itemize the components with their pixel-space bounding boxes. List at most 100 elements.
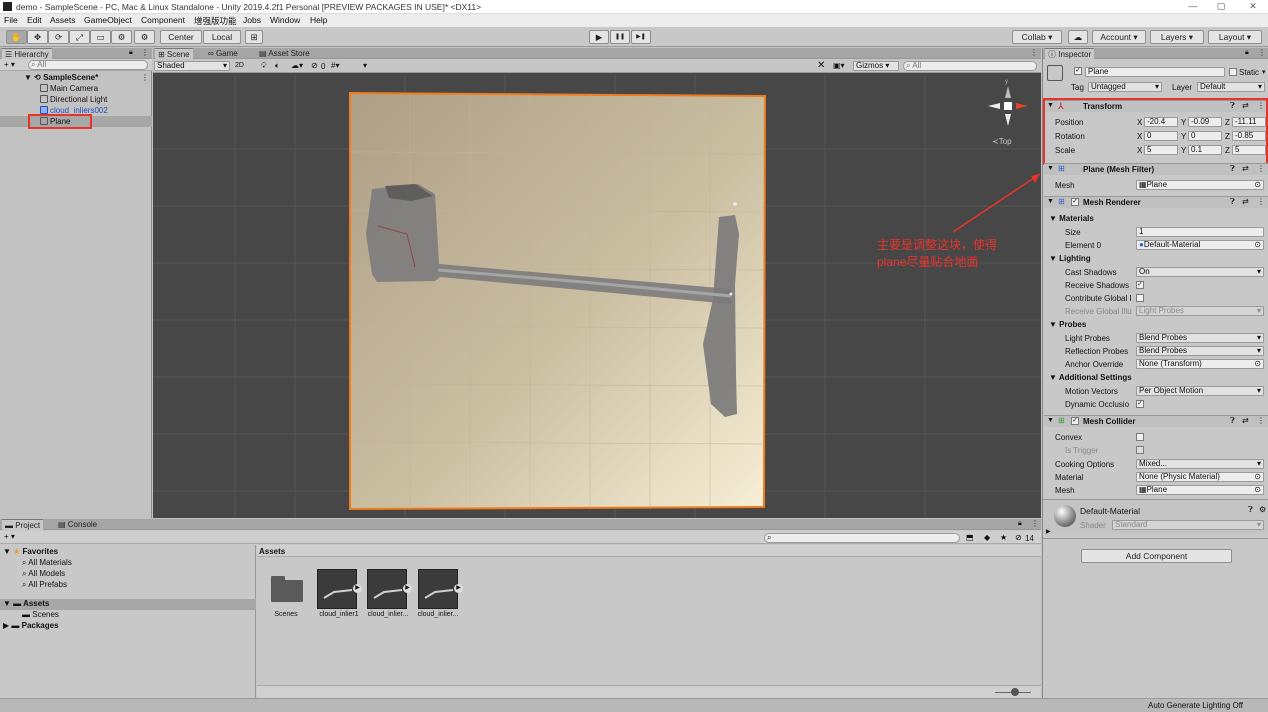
lighting-foldout[interactable]: ▼ Lighting (1049, 254, 1091, 263)
mode-2d-toggle[interactable]: 2D (235, 62, 244, 69)
menu-component[interactable]: Component (141, 15, 185, 25)
expand-arrow-icon[interactable]: ▶ (1046, 528, 1051, 535)
cooking-options-dropdown[interactable]: Mixed... ▾ (1136, 459, 1264, 469)
favorite-item[interactable]: ⌕ All Materials (22, 558, 72, 568)
favorites-folder[interactable]: ▼ ★ Favorites (3, 547, 58, 557)
static-checkbox[interactable] (1229, 68, 1237, 76)
pivot-local-button[interactable]: Local (203, 30, 241, 44)
step-button[interactable]: ▶❚ (631, 30, 651, 44)
play-preview-icon[interactable]: ▶ (353, 584, 362, 593)
shader-dropdown[interactable]: Standard ▾ (1112, 520, 1264, 530)
scene-row[interactable]: ▼ ⟲ SampleScene* (24, 73, 98, 83)
tools-icon[interactable]: ✕ (817, 60, 825, 71)
asset-thumbnail[interactable] (418, 569, 458, 609)
collab-dropdown[interactable]: Collab ▾ (1012, 30, 1062, 44)
active-checkbox[interactable]: ✓ (1074, 67, 1082, 75)
preset-icon[interactable]: ⇄ (1242, 416, 1249, 425)
asset-thumbnail[interactable] (317, 569, 357, 609)
asset-thumbnail[interactable] (367, 569, 407, 609)
breadcrumb-assets[interactable]: Assets (259, 547, 285, 556)
tab-game[interactable]: ∞ Game (205, 48, 241, 59)
favorite-item[interactable]: ⌕ All Prefabs (22, 580, 67, 590)
auto-lighting-status[interactable]: Auto Generate Lighting Off (1148, 701, 1243, 710)
play-preview-icon[interactable]: ▶ (454, 584, 463, 593)
grid-toggle-icon[interactable]: #▾ (331, 61, 339, 70)
maximize-button[interactable]: ▢ (1208, 0, 1234, 14)
physic-material-field[interactable]: None (Physic Material) ⊙ (1136, 472, 1264, 482)
kebab-menu-icon[interactable]: ⋮ (141, 48, 149, 57)
gizmos-dropdown[interactable]: Gizmos ▾ (853, 61, 899, 71)
hierarchy-search-input[interactable]: ⌕ All (28, 60, 148, 70)
materials-size-field[interactable]: 1 (1136, 227, 1264, 237)
favorite-icon[interactable]: ★ (1000, 533, 1007, 542)
mesh-filter-header[interactable]: ▼ ⊞ Plane (Mesh Filter) ❓︎ ⇄ ⋮ (1044, 163, 1268, 175)
layers-dropdown[interactable]: Layers ▾ (1150, 30, 1204, 44)
cast-shadows-dropdown[interactable]: On ▾ (1136, 267, 1264, 277)
component-menu-icon[interactable]: ⋮ (1257, 164, 1265, 173)
folder-icon[interactable] (271, 576, 303, 602)
cloud-icon[interactable]: ☁ (1068, 30, 1088, 44)
hierarchy-item[interactable]: Directional Light (40, 95, 107, 105)
lighting-toggle-icon[interactable]: 💡︎ (261, 61, 267, 71)
additional-settings-foldout[interactable]: ▼ Additional Settings (1049, 373, 1132, 382)
gizmo-view-label[interactable]: ≺Top (992, 137, 1012, 146)
rotate-tool-button[interactable]: ⟳ (48, 30, 69, 44)
reflection-probes-dropdown[interactable]: Blend Probes ▾ (1136, 346, 1264, 356)
anchor-override-field[interactable]: None (Transform) ⊙ (1136, 359, 1264, 369)
menu-window[interactable]: Window (270, 15, 300, 25)
static-dropdown-icon[interactable]: ▾ (1262, 68, 1266, 76)
layout-dropdown[interactable]: Layout ▾ (1208, 30, 1262, 44)
scale-tool-button[interactable]: ⤢ (69, 30, 90, 44)
zoom-slider-handle[interactable] (1011, 688, 1019, 696)
collider-mesh-field[interactable]: ▦Plane ⊙ (1136, 485, 1264, 495)
is-trigger-checkbox[interactable] (1136, 446, 1144, 454)
menu-jobs[interactable]: Jobs (243, 15, 261, 25)
menu-assets[interactable]: Assets (50, 15, 76, 25)
effects-dropdown-icon[interactable]: ☁▾ (291, 61, 303, 70)
kebab-menu-icon[interactable]: ⋮ (1258, 48, 1266, 57)
tab-scene[interactable]: ⊞ Scene (155, 48, 193, 59)
convex-checkbox[interactable] (1136, 433, 1144, 441)
scene-menu-icon[interactable]: ⋮ (1030, 48, 1038, 57)
lock-icon[interactable]: 🔒︎ (129, 49, 133, 57)
menu-help[interactable]: Help (310, 15, 327, 25)
mesh-object-field[interactable]: ▦Plane ⊙ (1136, 180, 1264, 190)
play-preview-icon[interactable]: ▶ (403, 584, 412, 593)
object-name-input[interactable]: Plane (1085, 67, 1225, 77)
preset-icon[interactable]: ⇄ (1242, 197, 1249, 206)
hand-tool-button[interactable]: ✋ (6, 30, 27, 44)
lock-icon[interactable]: 🔒︎ (1018, 520, 1022, 528)
snap-button[interactable]: ⊞ (245, 30, 263, 44)
custom-tool-button[interactable]: ⚙ (134, 30, 155, 44)
tab-asset-store[interactable]: ▤ Asset Store (256, 48, 313, 59)
move-tool-button[interactable]: ✥ (27, 30, 48, 44)
favorite-item[interactable]: ⌕ All Models (22, 569, 65, 579)
project-search-input[interactable]: ⌕ (764, 533, 960, 543)
pivot-center-button[interactable]: Center (160, 30, 202, 44)
kebab-menu-icon[interactable]: ⋮ (1031, 519, 1039, 528)
pause-button[interactable]: ❚❚ (610, 30, 630, 44)
tab-console[interactable]: ▤ Console (55, 519, 100, 530)
receive-shadows-checkbox[interactable]: ✓ (1136, 281, 1144, 289)
component-menu-icon[interactable]: ⋮ (1257, 416, 1265, 425)
motion-vectors-dropdown[interactable]: Per Object Motion ▾ (1136, 386, 1264, 396)
search-by-label-icon[interactable]: ◆ (984, 533, 990, 542)
mesh-renderer-header[interactable]: ▼ ⊞ ✓ Mesh Renderer ❓︎ ⇄ ⋮ (1044, 196, 1268, 208)
add-component-button[interactable]: Add Component (1081, 549, 1232, 563)
menu-edit[interactable]: Edit (27, 15, 42, 25)
element0-object-field[interactable]: ●Default-Material ⊙ (1136, 240, 1264, 250)
hierarchy-item[interactable]: Main Camera (40, 84, 98, 94)
dynamic-occlusion-checkbox[interactable]: ✓ (1136, 400, 1144, 408)
shading-mode-dropdown[interactable]: Shaded ▾ (154, 61, 230, 71)
layer-dropdown[interactable]: Default ▾ (1197, 82, 1265, 92)
more-icon[interactable]: ▾ (363, 61, 367, 70)
create-dropdown[interactable]: + ▾ (4, 60, 15, 69)
lock-icon[interactable]: 🔒︎ (1245, 49, 1249, 57)
account-dropdown[interactable]: Account ▾ (1092, 30, 1146, 44)
scene-menu-icon[interactable]: ⋮ (141, 73, 149, 82)
help-icon[interactable]: ❓︎ (1230, 416, 1235, 426)
camera-settings-icon[interactable]: ▣▾ (833, 61, 845, 70)
materials-foldout[interactable]: ▼ Materials (1049, 214, 1094, 223)
tab-inspector[interactable]: ⓘ Inspector (1045, 48, 1095, 59)
help-icon[interactable]: ❓︎ (1230, 164, 1235, 174)
